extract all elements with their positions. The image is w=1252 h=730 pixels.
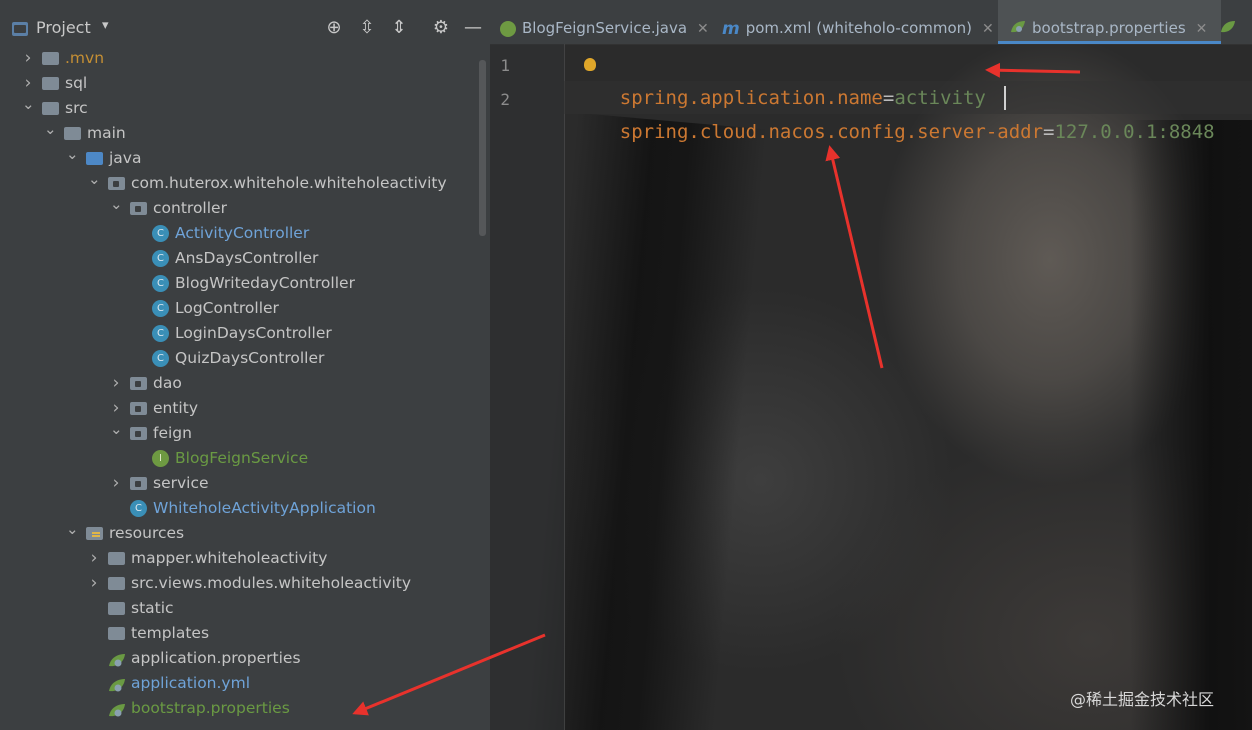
watermark-text: @稀土掘金技术社区	[1070, 690, 1215, 709]
arrow-to-bootstrap-file	[352, 633, 546, 716]
arrow-to-server-addr	[825, 145, 884, 369]
annotation-arrow	[352, 62, 1081, 716]
arrow-to-app-name	[985, 62, 1081, 78]
